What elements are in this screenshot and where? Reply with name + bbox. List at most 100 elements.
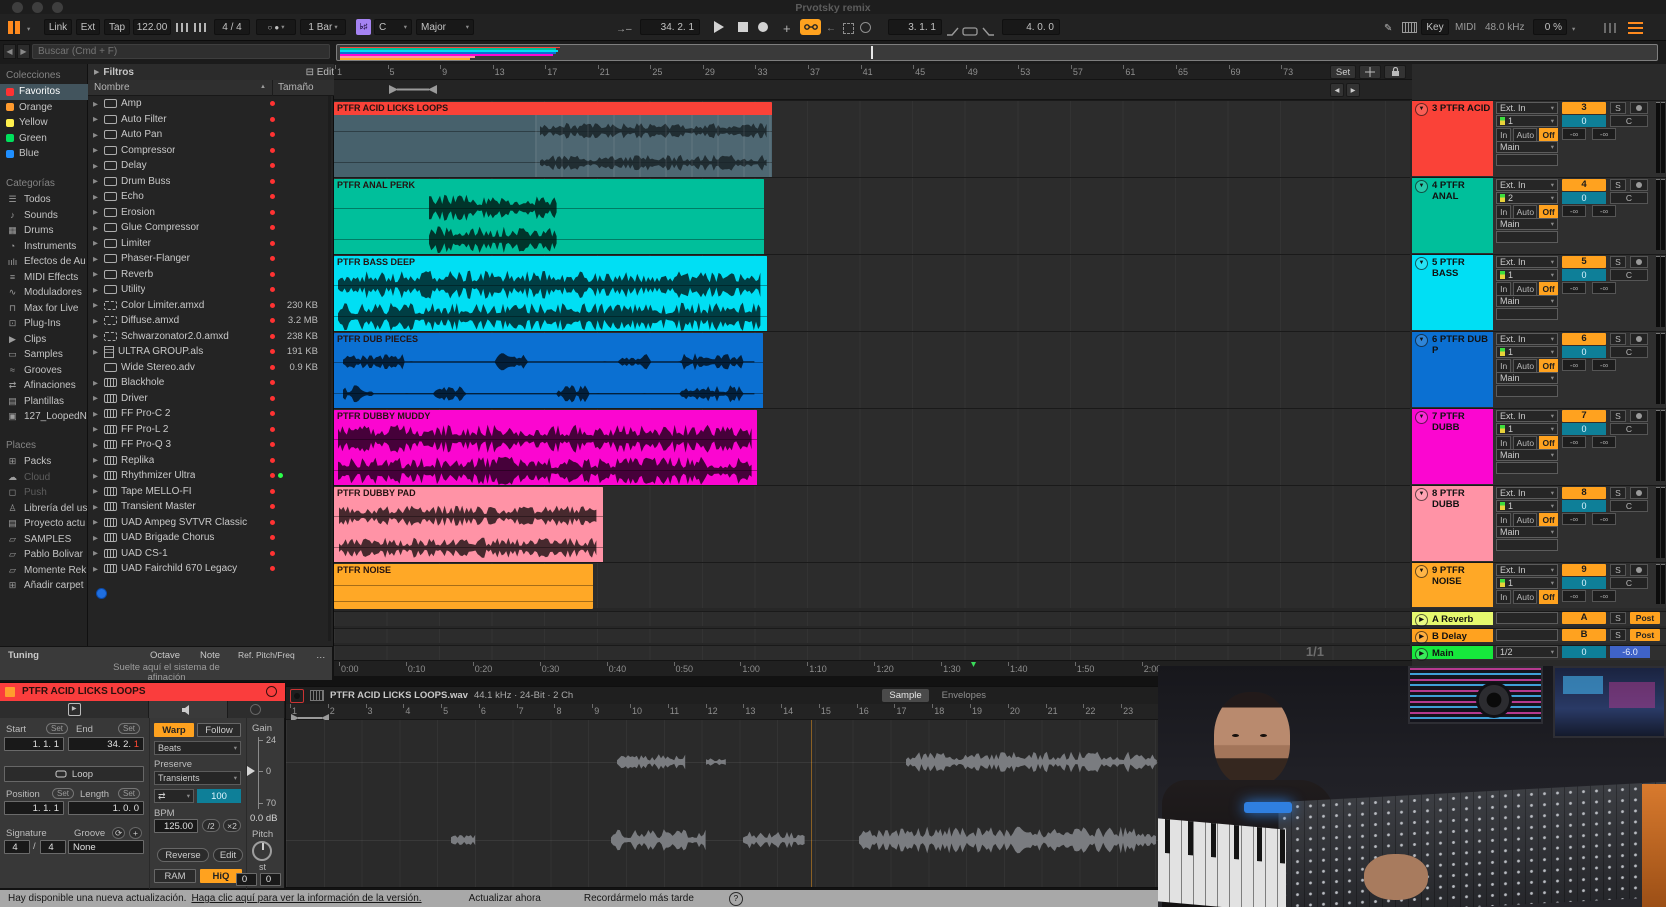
- solo-button[interactable]: S: [1610, 256, 1626, 268]
- expand-arrow-icon[interactable]: ▶: [93, 162, 100, 170]
- crossfade-assign-button[interactable]: C: [1610, 115, 1648, 127]
- unfold-track-icon[interactable]: ▼: [1415, 565, 1428, 578]
- tuning-ref-label[interactable]: Ref. Pitch/Freq: [238, 650, 295, 660]
- clip-name[interactable]: PTFR ACID LICKS LOOPS: [22, 686, 146, 697]
- track-name-block[interactable]: ▼5 PTFR BASS: [1412, 255, 1493, 330]
- browser-row[interactable]: ▶Utility: [88, 282, 334, 298]
- track-lane[interactable]: PTFR NOISE: [334, 562, 1410, 608]
- browser-row[interactable]: ▶UAD CS-1: [88, 546, 334, 562]
- expand-arrow-icon[interactable]: ▶: [93, 193, 100, 201]
- browser-row[interactable]: ▶Amp: [88, 96, 334, 112]
- track-activator-button[interactable]: 6: [1562, 333, 1606, 345]
- tab-envelopes[interactable]: [228, 701, 285, 718]
- clip-title[interactable]: PTFR DUBBY MUDDY: [334, 410, 757, 423]
- monitor-off-button[interactable]: Off: [1539, 359, 1558, 373]
- clip-start-field[interactable]: 1. 1. 1: [4, 737, 64, 751]
- solo-button[interactable]: S: [1610, 179, 1626, 191]
- browser-row[interactable]: ▶Blackhole: [88, 375, 334, 391]
- locator-marker-button[interactable]: [1359, 65, 1381, 79]
- track-name-block[interactable]: ▼3 PTFR ACID: [1412, 101, 1493, 176]
- input-channel-menu[interactable]: 1▾: [1496, 269, 1558, 281]
- update-now-button[interactable]: Actualizar ahora: [469, 893, 541, 904]
- gain-slider[interactable]: [258, 737, 259, 809]
- punch-position-field[interactable]: 3. 1. 1: [888, 19, 942, 35]
- collection-item-green[interactable]: Green: [0, 131, 88, 147]
- browser-row[interactable]: ▶Driver: [88, 391, 334, 407]
- clip-title[interactable]: PTFR NOISE: [334, 564, 593, 577]
- category-item-plug-ins[interactable]: ⊡Plug-Ins: [0, 316, 88, 332]
- monitor-auto-button[interactable]: Auto: [1513, 436, 1537, 450]
- expand-arrow-icon[interactable]: ▶: [93, 146, 100, 154]
- return-lane[interactable]: [334, 645, 1410, 660]
- monitor-auto-button[interactable]: Auto: [1513, 205, 1537, 219]
- session-record-button[interactable]: [800, 19, 821, 35]
- expand-arrow-icon[interactable]: ▶: [93, 317, 100, 325]
- tap-tempo-button[interactable]: Tap: [104, 19, 130, 35]
- output-channel-box[interactable]: [1496, 231, 1558, 243]
- draw-selection-icon[interactable]: [843, 23, 854, 34]
- expand-arrow-icon[interactable]: ▶: [93, 208, 100, 216]
- unfold-track-icon[interactable]: ▼: [1415, 488, 1428, 501]
- browser-row[interactable]: ▶Schwarzonator2.0.amxd238 KB: [88, 329, 334, 345]
- track-name-block[interactable]: ▼9 PTFR NOISE: [1412, 563, 1493, 607]
- unfold-track-icon[interactable]: ▼: [1415, 334, 1428, 347]
- metronome-button[interactable]: ○●▾: [256, 19, 296, 35]
- gain-slider-handle[interactable]: [247, 766, 255, 776]
- track-activator-button[interactable]: 5: [1562, 256, 1606, 268]
- follow-icon[interactable]: →‒: [616, 24, 632, 35]
- output-routing-menu[interactable]: Main▾: [1496, 218, 1558, 230]
- input-routing-menu[interactable]: Ext. In▾: [1496, 102, 1558, 114]
- link-button[interactable]: Link: [44, 19, 72, 35]
- arm-button[interactable]: [1630, 179, 1648, 191]
- browser-row[interactable]: ▶FF Pro-L 2: [88, 422, 334, 438]
- end-set-button[interactable]: Set: [118, 723, 140, 734]
- clip-title[interactable]: PTFR BASS DEEP: [334, 256, 767, 269]
- return-name-block[interactable]: ▶A Reverb: [1412, 612, 1493, 625]
- arrangement-clip[interactable]: PTFR ACID LICKS LOOPS: [334, 102, 772, 178]
- monitor-auto-button[interactable]: Auto: [1513, 128, 1537, 142]
- new-button[interactable]: +: [783, 21, 791, 36]
- track-name-block[interactable]: ▼4 PTFR ANAL: [1412, 178, 1493, 253]
- computer-midi-keyboard-icon[interactable]: [1402, 22, 1417, 33]
- edit-sample-button[interactable]: Edit: [213, 848, 243, 862]
- browser-column-headers[interactable]: Nombre ▲ Tamaño: [88, 80, 334, 96]
- reverse-button[interactable]: Reverse: [157, 848, 209, 862]
- unfold-return-icon[interactable]: ▶: [1415, 631, 1428, 644]
- ram-button[interactable]: RAM: [154, 869, 196, 883]
- crossfade-assign-button[interactable]: C: [1610, 269, 1648, 281]
- browser-row[interactable]: ▶Echo: [88, 189, 334, 205]
- category-item-moduladores[interactable]: ∿Moduladores: [0, 285, 88, 301]
- arrangement-clip[interactable]: PTFR ANAL PERK: [334, 179, 764, 255]
- monitor-off-button[interactable]: Off: [1539, 436, 1558, 450]
- input-routing-menu[interactable]: Ext. In▾: [1496, 487, 1558, 499]
- output-routing-menu[interactable]: Main▾: [1496, 449, 1558, 461]
- arrangement-clip[interactable]: PTFR DUB PIECES: [334, 333, 763, 409]
- arrangement-clip[interactable]: PTFR BASS DEEP: [334, 256, 767, 332]
- arrangement-position-field[interactable]: 34. 2. 1: [640, 19, 700, 35]
- output-routing-menu[interactable]: Main▾: [1496, 526, 1558, 538]
- expand-arrow-icon[interactable]: ▶: [93, 503, 100, 511]
- expand-arrow-icon[interactable]: ▶: [93, 115, 100, 123]
- browser-row[interactable]: ▶Delay: [88, 158, 334, 174]
- unfold-track-icon[interactable]: ▼: [1415, 257, 1428, 270]
- collection-item-blue[interactable]: Blue: [0, 146, 88, 162]
- play-button[interactable]: [714, 21, 724, 33]
- arrangement-overview[interactable]: [336, 44, 1658, 61]
- browser-back-button[interactable]: ◀: [3, 44, 16, 59]
- expand-arrow-icon[interactable]: ▶: [93, 441, 100, 449]
- browser-row[interactable]: ▶Glue Compressor: [88, 220, 334, 236]
- column-tamano[interactable]: Tamaño: [278, 82, 314, 93]
- monitor-off-button[interactable]: Off: [1539, 590, 1558, 604]
- expand-arrow-icon[interactable]: ▶: [93, 270, 100, 278]
- place-item-pablo-bolivar[interactable]: ▱Pablo Bolivar: [0, 547, 88, 563]
- loop-position-field[interactable]: 1. 1. 1: [4, 801, 64, 815]
- tab-sample[interactable]: Sample: [882, 689, 928, 702]
- output-channel-box[interactable]: [1496, 462, 1558, 474]
- expand-arrow-icon[interactable]: ▶: [93, 301, 100, 309]
- crossfade-assign-button[interactable]: C: [1610, 423, 1648, 435]
- tuning-note-label[interactable]: Note: [200, 650, 220, 661]
- clip-title[interactable]: PTFR DUB PIECES: [334, 333, 763, 346]
- solo-button[interactable]: S: [1610, 102, 1626, 114]
- output-channel-box[interactable]: [1496, 154, 1558, 166]
- remind-later-button[interactable]: Recordármelo más tarde: [584, 893, 694, 904]
